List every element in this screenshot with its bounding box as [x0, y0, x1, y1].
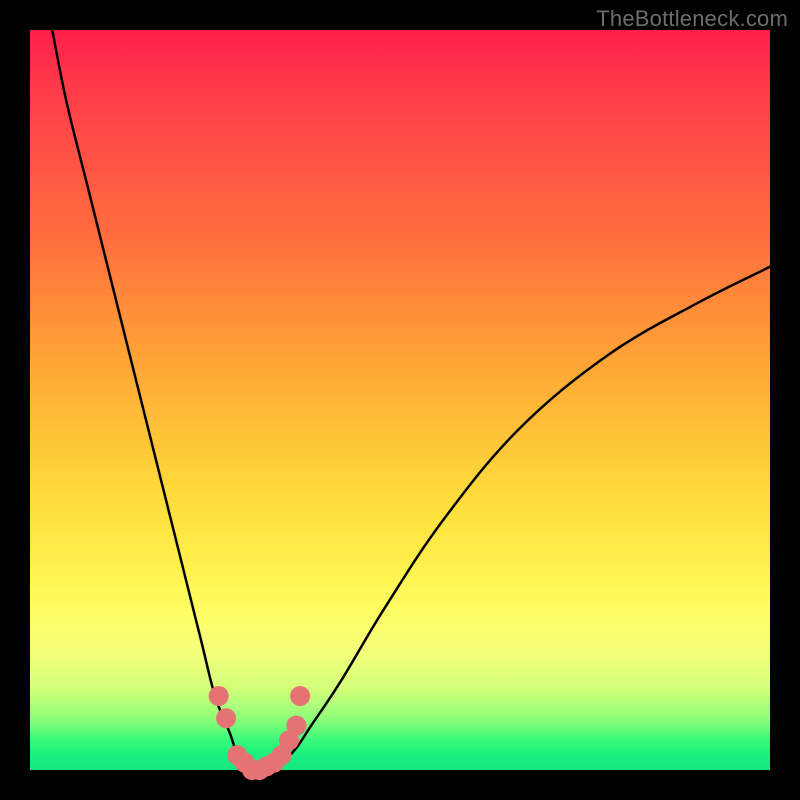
curve-marker	[286, 716, 306, 736]
chart-frame: TheBottleneck.com	[0, 0, 800, 800]
curve-marker	[216, 708, 236, 728]
curve-markers	[209, 686, 310, 780]
curve-marker	[209, 686, 229, 706]
curve-marker	[290, 686, 310, 706]
plot-area	[30, 30, 770, 770]
watermark-text: TheBottleneck.com	[596, 6, 788, 32]
bottleneck-curve	[52, 30, 770, 771]
bottleneck-curve-svg	[30, 30, 770, 770]
